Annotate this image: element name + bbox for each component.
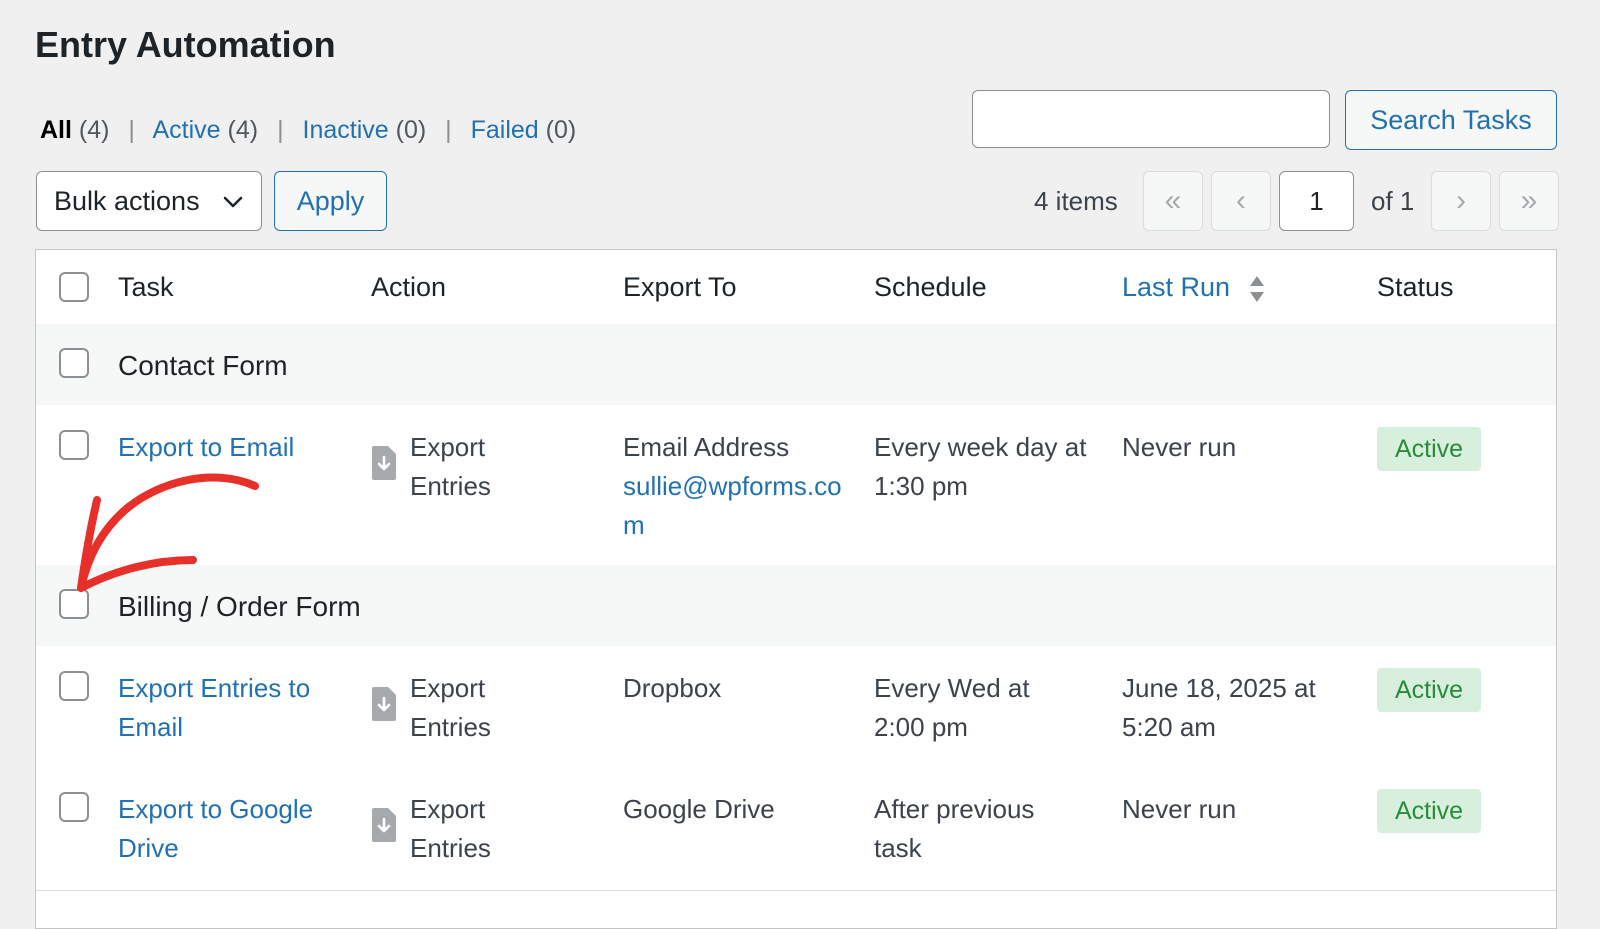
action-cell: Export Entries xyxy=(372,669,520,747)
column-action: Action xyxy=(371,272,447,302)
first-page-button[interactable]: « xyxy=(1143,171,1203,231)
filter-active-count: (4) xyxy=(227,116,259,144)
schedule-text: After previous task xyxy=(874,794,1035,863)
schedule-text: Every Wed at 2:00 pm xyxy=(874,673,1030,742)
task-link[interactable]: Export Entries to Email xyxy=(118,673,310,742)
action-text: Export Entries xyxy=(410,432,491,501)
export-label: Email Address xyxy=(623,432,790,462)
status-badge: Active xyxy=(1377,789,1481,833)
status-badge: Active xyxy=(1377,427,1481,471)
export-email-link[interactable]: sullie@wpforms.com xyxy=(623,467,843,545)
file-download-icon xyxy=(372,808,396,842)
last-page-button[interactable]: » xyxy=(1499,171,1559,231)
last-run-text: Never run xyxy=(1122,794,1237,824)
schedule-text: Every week day at 1:30 pm xyxy=(874,432,1087,501)
column-last-run-label: Last Run xyxy=(1122,272,1231,302)
filter-separator: | xyxy=(445,116,452,144)
next-page-button[interactable]: › xyxy=(1431,171,1491,231)
chevron-down-icon xyxy=(223,196,243,208)
filter-separator: | xyxy=(277,116,284,144)
row-checkbox[interactable] xyxy=(59,430,89,460)
task-link[interactable]: Export to Email xyxy=(118,432,294,462)
select-all-checkbox[interactable] xyxy=(59,272,89,302)
prev-page-button[interactable]: ‹ xyxy=(1211,171,1271,231)
filter-active-link[interactable]: Active xyxy=(153,116,221,144)
column-export-to: Export To xyxy=(623,272,737,302)
search-tasks-button[interactable]: Search Tasks xyxy=(1345,90,1557,150)
column-status: Status xyxy=(1377,272,1454,302)
current-page-input[interactable]: 1 xyxy=(1279,171,1354,231)
row-checkbox[interactable] xyxy=(59,792,89,822)
status-badge: Active xyxy=(1377,668,1481,712)
bulk-actions-select[interactable]: Bulk actions xyxy=(36,171,262,231)
filter-inactive-count: (0) xyxy=(395,116,427,144)
filter-all-count: (4) xyxy=(78,116,110,144)
last-run-text: June 18, 2025 at 5:20 am xyxy=(1122,673,1316,742)
table-row: Export to Google Drive Export Entries Go… xyxy=(36,767,1556,891)
annotation-arrow-icon xyxy=(77,473,259,592)
export-to-text: Dropbox xyxy=(623,673,722,703)
filter-separator: | xyxy=(128,116,135,144)
search-input[interactable] xyxy=(972,90,1330,148)
action-text: Export Entries xyxy=(410,673,491,742)
file-download-icon xyxy=(372,446,396,480)
action-cell: Export Entries xyxy=(372,428,520,506)
group-label: Contact Form xyxy=(118,350,288,381)
task-link[interactable]: Export to Google Drive xyxy=(118,794,313,863)
status-filters: All (4) | Active (4) | Inactive (0) | Fa… xyxy=(40,116,576,145)
table-row: Export Entries to Email Export Entries D… xyxy=(36,646,1556,768)
total-pages: of 1 xyxy=(1371,186,1415,216)
column-schedule: Schedule xyxy=(874,272,987,302)
filter-all-label[interactable]: All xyxy=(40,116,72,144)
action-cell: Export Entries xyxy=(372,790,520,868)
filter-failed-link[interactable]: Failed xyxy=(471,116,539,144)
action-text: Export Entries xyxy=(410,794,491,863)
last-run-text: Never run xyxy=(1122,432,1237,462)
apply-button[interactable]: Apply xyxy=(274,171,387,231)
bulk-actions-value: Bulk actions xyxy=(54,185,200,216)
page-title: Entry Automation xyxy=(35,24,336,65)
items-count: 4 items xyxy=(1034,186,1118,216)
column-last-run[interactable]: Last Run xyxy=(1122,272,1266,304)
column-task: Task xyxy=(118,272,174,302)
filter-failed-count: (0) xyxy=(545,116,577,144)
export-to-text: Google Drive xyxy=(623,794,775,824)
row-checkbox[interactable] xyxy=(59,671,89,701)
sort-arrows-icon xyxy=(1249,275,1264,302)
table-header: Task Action Export To Schedule Last Run … xyxy=(36,250,1556,325)
group-checkbox[interactable] xyxy=(59,348,89,378)
filter-inactive-link[interactable]: Inactive xyxy=(303,116,389,144)
file-download-icon xyxy=(372,687,396,721)
group-row-contact-form: Contact Form xyxy=(36,324,1556,406)
